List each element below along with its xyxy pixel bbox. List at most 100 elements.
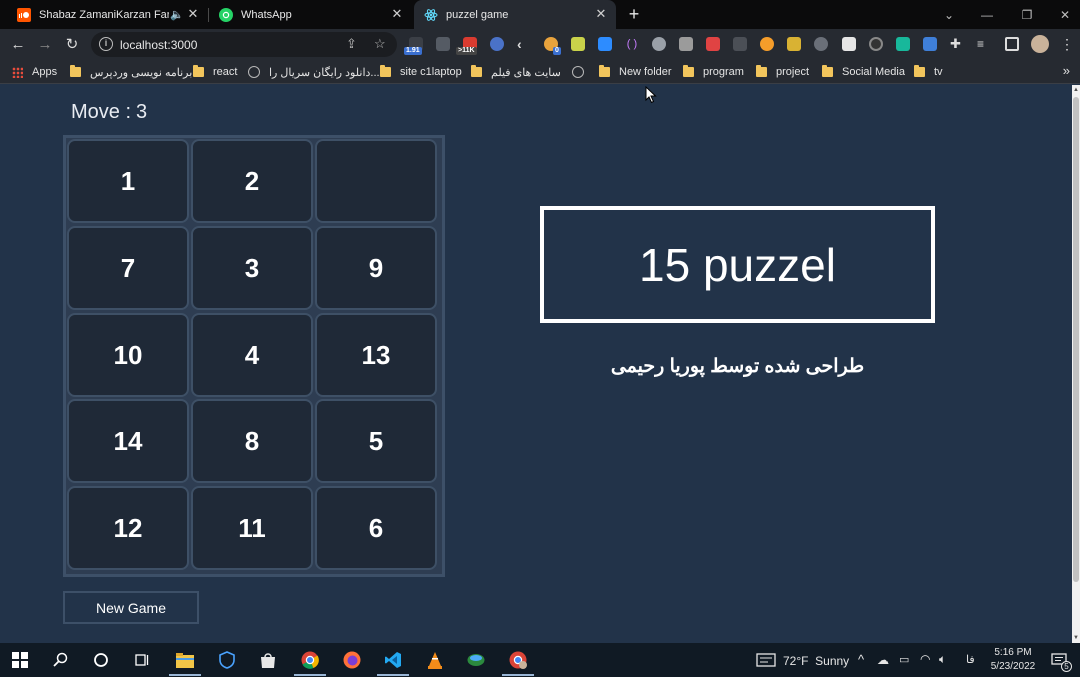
chrome-icon[interactable] [294, 650, 326, 676]
puzzle-tile[interactable]: 6 [315, 486, 437, 570]
vlc-icon[interactable] [425, 650, 445, 670]
reload-icon[interactable]: ↻ [61, 34, 83, 56]
puzzle-tile[interactable]: 1 [67, 139, 189, 223]
extension-icon[interactable] [679, 37, 693, 51]
puzzle-tile[interactable]: 2 [191, 139, 313, 223]
language-indicator[interactable]: فا [966, 653, 975, 666]
chevron-up-icon[interactable]: ^ [858, 652, 864, 667]
bookmark-folder[interactable]: program [683, 64, 744, 80]
chevron-double-right-icon[interactable]: » [1063, 63, 1070, 78]
chrome-profile-icon[interactable] [502, 650, 534, 676]
scrollbar-thumb[interactable] [1073, 97, 1079, 582]
close-tab-icon[interactable]: ✕ [186, 7, 200, 21]
store-icon[interactable] [258, 650, 278, 670]
close-window-button[interactable]: ✕ [1046, 0, 1080, 29]
puzzle-tile[interactable]: 5 [315, 399, 437, 483]
extension-icon[interactable] [490, 37, 504, 51]
wifi-icon[interactable]: ◠ [920, 652, 930, 666]
tab-whatsapp[interactable]: WhatsApp ✕ [210, 0, 412, 29]
puzzle-tile[interactable]: 8 [191, 399, 313, 483]
empty-tile[interactable] [315, 139, 437, 223]
bookmark-label: project [776, 66, 810, 78]
new-game-button[interactable]: New Game [63, 591, 199, 624]
extension-icon[interactable] [842, 37, 856, 51]
tab-puzzel-game[interactable]: puzzel game ✕ [414, 0, 616, 29]
translate-icon[interactable] [923, 37, 937, 51]
search-icon[interactable] [51, 650, 71, 670]
app-icon[interactable] [466, 650, 486, 670]
weather-text[interactable]: 72°F Sunny [783, 654, 849, 668]
puzzle-tile[interactable]: 11 [191, 486, 313, 570]
bookmark-folder[interactable]: project [756, 64, 809, 80]
media-icon[interactable]: ≡ [977, 37, 991, 51]
extension-icon[interactable]: ( ) [625, 37, 639, 51]
star-icon[interactable]: ☆ [374, 36, 386, 52]
avatar[interactable] [1031, 35, 1049, 53]
windows-security-icon[interactable] [217, 650, 237, 670]
puzzle-tile[interactable]: 4 [191, 313, 313, 397]
bookmark-folder[interactable]: سایت های فیلم [471, 64, 561, 80]
puzzle-tile[interactable]: 12 [67, 486, 189, 570]
extension-icon[interactable] [760, 37, 774, 51]
bookmark-folder[interactable]: tv [914, 64, 943, 80]
bookmark-link[interactable]: دانلود رایگان سریال را... [248, 64, 380, 80]
mute-icon[interactable]: 🔈 [170, 8, 184, 21]
bookmark-folder[interactable]: site c1laptop [380, 64, 462, 80]
cloud-icon[interactable] [652, 37, 666, 51]
chevron-left-icon[interactable]: ‹ [517, 37, 531, 51]
close-tab-icon[interactable]: ✕ [390, 7, 404, 21]
volume-icon[interactable]: 🔈︎ [939, 652, 946, 667]
notifications-icon[interactable]: 5 [1049, 650, 1072, 672]
cortana-icon[interactable] [91, 650, 111, 670]
address-bar[interactable]: i localhost:3000 ⇪ ☆ [91, 32, 397, 57]
puzzle-tile[interactable]: 3 [191, 226, 313, 310]
tab-search-icon[interactable]: ⌄ [930, 0, 968, 29]
back-arrow-icon[interactable]: ← [7, 34, 29, 56]
extension-icon[interactable] [706, 37, 720, 51]
puzzle-tile[interactable]: 9 [315, 226, 437, 310]
new-tab-button[interactable]: + [624, 4, 644, 24]
puzzle-tile[interactable]: 13 [315, 313, 437, 397]
bookmark-folder[interactable]: New folder [599, 64, 672, 80]
bookmark-folder[interactable]: برنامه نویسی وردپرس [70, 64, 192, 80]
menu-kebab-icon[interactable]: ⋮ [1060, 37, 1074, 51]
firefox-icon[interactable] [342, 650, 362, 670]
file-explorer-icon[interactable] [169, 650, 201, 676]
scroll-up-icon[interactable]: ▲ [1072, 87, 1080, 93]
clock[interactable]: 5:16 PM 5/23/2022 [986, 646, 1040, 674]
whatsapp-icon [219, 7, 233, 22]
extension-icon[interactable] [436, 37, 450, 51]
puzzle-tile[interactable]: 10 [67, 313, 189, 397]
windows-start-icon[interactable] [10, 650, 30, 670]
extension-icon[interactable] [571, 37, 585, 51]
vscode-icon[interactable] [377, 650, 409, 676]
battery-icon[interactable]: ▭ [899, 653, 909, 666]
bookmark-folder[interactable]: Social Media [822, 64, 905, 80]
forward-arrow-icon[interactable]: → [34, 34, 56, 56]
task-view-icon[interactable] [132, 650, 152, 670]
close-tab-icon[interactable]: ✕ [594, 7, 608, 21]
weather-icon[interactable] [755, 650, 777, 670]
scroll-down-icon[interactable]: ▼ [1072, 635, 1080, 641]
restore-button[interactable]: ❐ [1008, 0, 1046, 29]
share-icon[interactable]: ⇪ [346, 36, 357, 52]
tab-soundcloud[interactable]: Shabaz ZamaniKarzan Faruq 🔈 ✕ [8, 0, 209, 29]
notification-count: 5 [1061, 661, 1072, 672]
bookmark-apps[interactable]: Apps [12, 64, 57, 80]
extension-icon[interactable] [733, 37, 747, 51]
extension-icon[interactable] [869, 37, 883, 51]
page-scrollbar[interactable]: ▲ ▼ [1072, 85, 1080, 643]
bookmark-link[interactable] [572, 64, 593, 80]
puzzle-icon[interactable]: ✚ [950, 37, 964, 51]
extension-icon[interactable] [787, 37, 801, 51]
info-icon[interactable]: i [99, 37, 113, 51]
extension-icon[interactable] [814, 37, 828, 51]
minimize-button[interactable]: — [968, 0, 1006, 29]
zoom-icon[interactable] [598, 37, 612, 51]
puzzle-tile[interactable]: 14 [67, 399, 189, 483]
puzzle-tile[interactable]: 7 [67, 226, 189, 310]
side-panel-icon[interactable] [1005, 37, 1019, 51]
extension-icon[interactable] [896, 37, 910, 51]
bookmark-folder[interactable]: react [193, 64, 237, 80]
onedrive-icon[interactable]: ☁ [877, 653, 889, 667]
